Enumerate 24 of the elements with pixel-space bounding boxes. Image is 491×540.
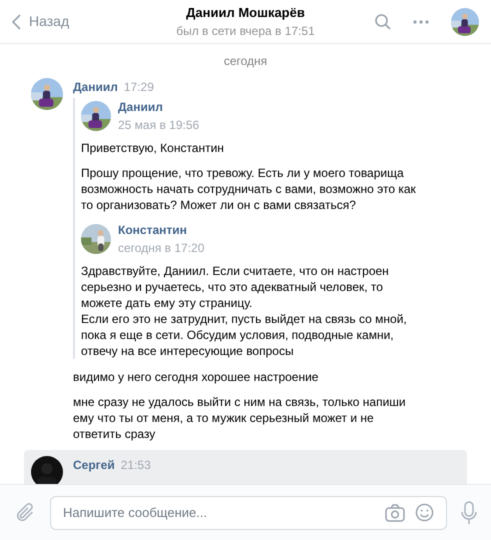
message-text: Приветствую, Константин bbox=[81, 140, 225, 156]
online-status: был в сети вчера в 17:51 bbox=[176, 23, 315, 40]
message-input[interactable]: Напишите сообщение... bbox=[50, 496, 447, 530]
sender-name[interactable]: Сергей bbox=[73, 456, 115, 474]
back-button[interactable]: Назад bbox=[12, 11, 122, 32]
camera-icon[interactable] bbox=[385, 504, 405, 522]
more-icon[interactable] bbox=[413, 20, 429, 24]
message-time: 21:53 bbox=[120, 457, 151, 474]
sender-name[interactable]: Даниил bbox=[118, 98, 200, 116]
message-text: Прошу прощение, что тревожу. Есть ли у моего товарища возможность начать сотрудничать с вами, возможно это как то организовать? Может ли он с вами связаться? bbox=[81, 165, 417, 213]
sender-name[interactable]: Константин bbox=[118, 221, 204, 239]
microphone-icon[interactable] bbox=[461, 500, 477, 524]
message-time: 17:29 bbox=[124, 79, 154, 96]
message-date: 25 мая в 19:56 bbox=[118, 117, 200, 134]
message-date: сегодня в 17:20 bbox=[118, 240, 204, 257]
date-divider: сегодня bbox=[224, 53, 268, 70]
message-text: видимо у него сегодня хорошее настроение bbox=[73, 369, 320, 385]
chat-title: Даниил Мошкарёв bbox=[186, 4, 305, 22]
search-icon[interactable] bbox=[375, 14, 391, 30]
message-text: мне сразу не удалось выйти с ним на связь, только напиши ему что ты от меня, а то мужик серьезный может и не ответить сразу bbox=[73, 394, 407, 442]
message-text: Здравствуйте, Даниил. Если считаете, что он настроен серьезно и ручаетесь, что это адекватный человек, то можете дать ему эту страницу. Если его это не затруднит, пусть выйдет на связь со мной, пока я еще в сети. Обсудим условия, подводные камни, отвечу на все интересующие вопросы bbox=[81, 263, 408, 359]
back-icon bbox=[12, 14, 21, 30]
emoji-icon[interactable] bbox=[415, 503, 434, 522]
sender-name[interactable]: Даниил bbox=[73, 78, 118, 96]
